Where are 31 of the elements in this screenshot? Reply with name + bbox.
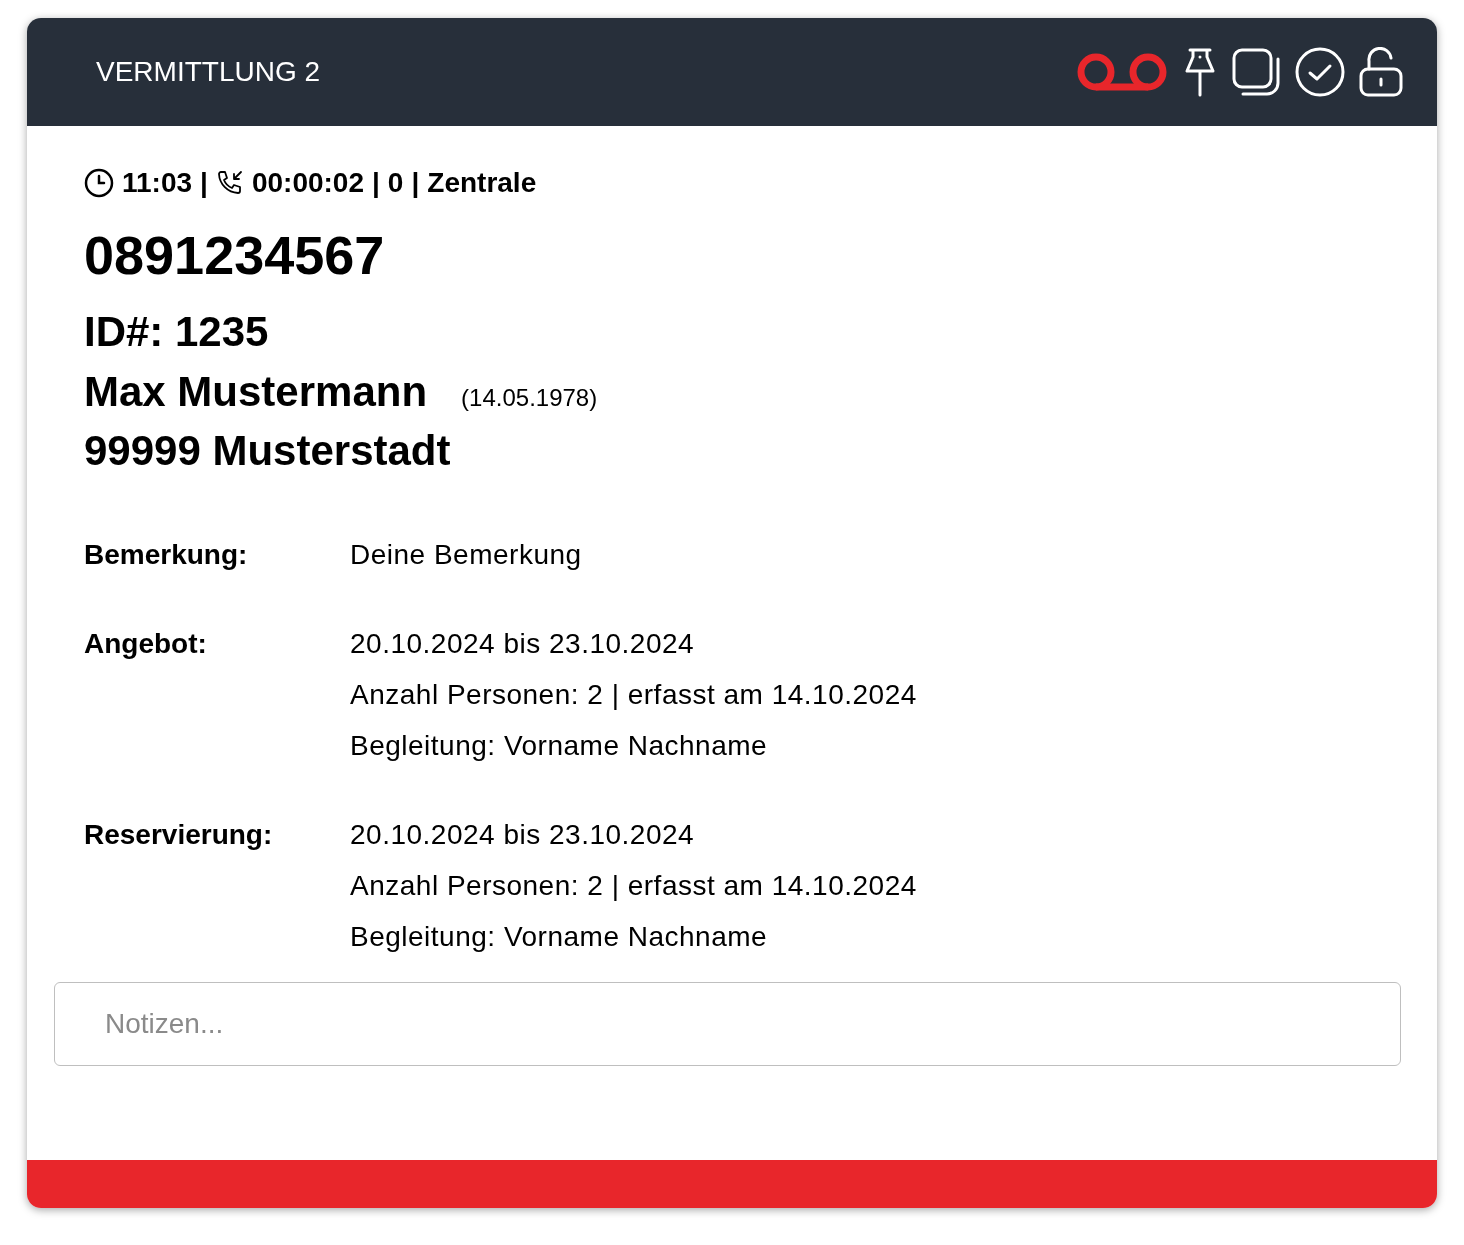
copy-icon[interactable] xyxy=(1231,47,1281,97)
separator: | xyxy=(411,166,420,200)
call-time: 11:03 xyxy=(122,166,193,200)
call-line: Zentrale xyxy=(427,166,537,200)
caller-id: ID#: 1235 xyxy=(84,306,269,357)
detail-value: Begleitung: Vorname Nachname xyxy=(350,920,768,954)
separator: | xyxy=(372,166,380,200)
detail-label: Reservierung: xyxy=(84,818,274,852)
detail-value: 20.10.2024 bis 23.10.2024 xyxy=(350,627,695,661)
birth-date: (14.05.1978) xyxy=(461,383,598,413)
detail-value: Begleitung: Vorname Nachname xyxy=(350,729,768,763)
notes-field[interactable]: Notizen... xyxy=(54,982,1401,1066)
detail-value: 20.10.2024 bis 23.10.2024 xyxy=(350,818,695,852)
separator: | xyxy=(200,166,208,200)
detail-value: Deine Bemerkung xyxy=(350,538,582,572)
phone-number: 0891234567 xyxy=(84,224,385,287)
voicemail-icon[interactable] xyxy=(1075,52,1169,92)
call-count: 0 xyxy=(387,166,404,200)
detail-value: Anzahl Personen: 2 | erfasst am 14.10.2024 xyxy=(350,869,917,903)
detail-label: Bemerkung: xyxy=(84,538,249,572)
detail-label: Angebot: xyxy=(84,627,208,661)
window-title: VERMITTLUNG 2 xyxy=(96,55,322,89)
call-duration: 00:00:02 xyxy=(251,166,364,200)
check-circle-icon[interactable] xyxy=(1295,47,1345,97)
pin-icon[interactable] xyxy=(1183,47,1217,97)
unlock-icon[interactable] xyxy=(1359,47,1403,97)
clock-icon xyxy=(84,168,114,198)
detail-value: Anzahl Personen: 2 | erfasst am 14.10.2024 xyxy=(350,678,917,712)
caller-name: Max Mustermann xyxy=(84,367,428,417)
caller-city: 99999 Musterstadt xyxy=(84,425,451,476)
incoming-call-icon xyxy=(215,169,244,197)
